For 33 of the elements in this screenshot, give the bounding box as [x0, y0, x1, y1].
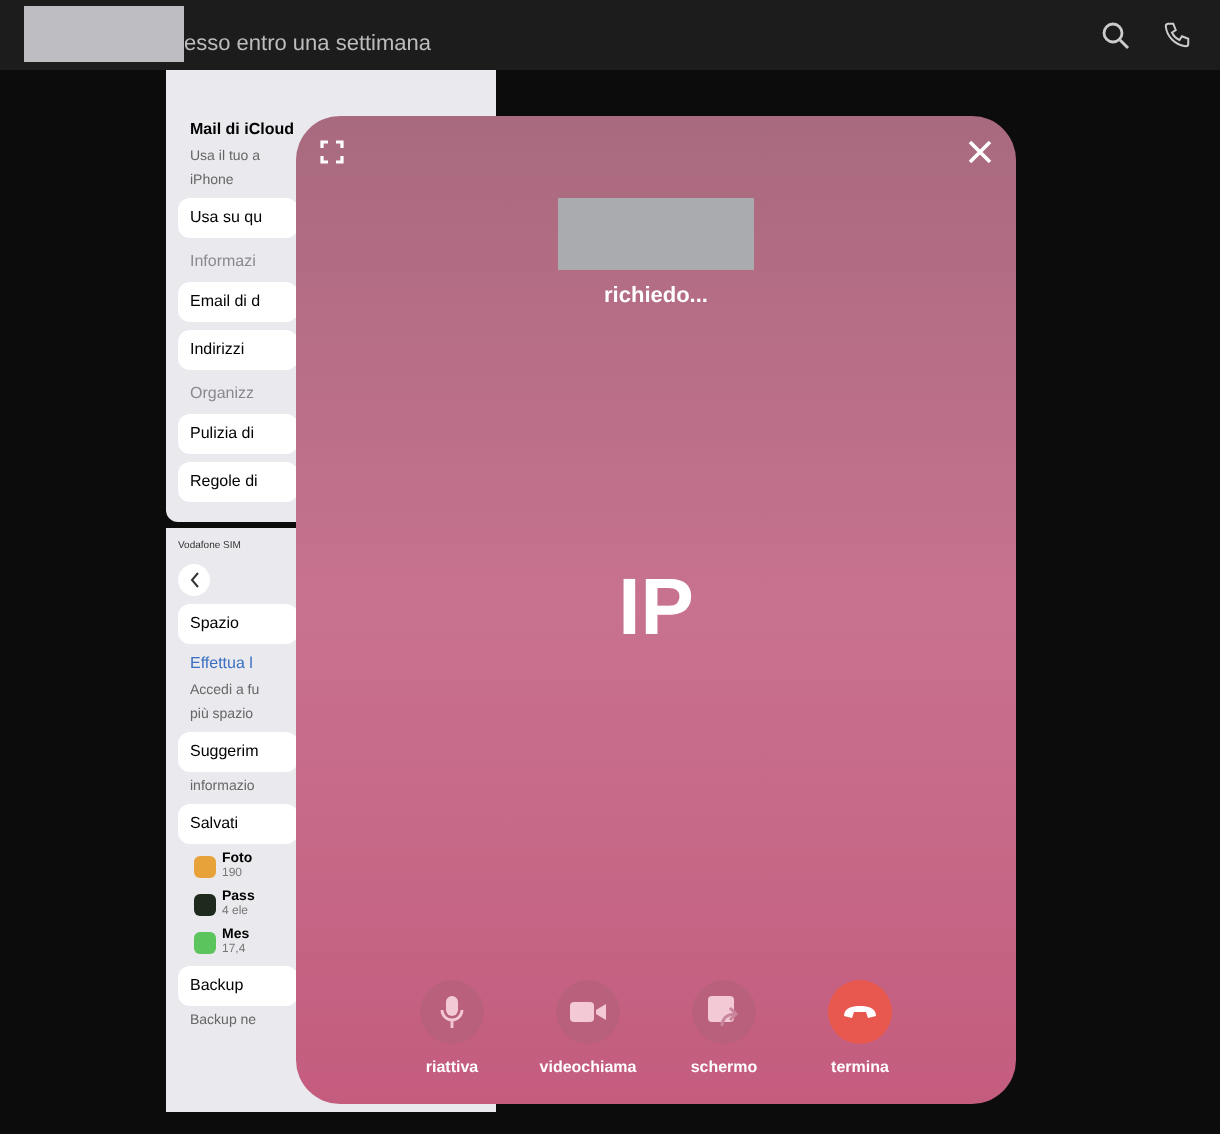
screenshot-row: Backup: [178, 965, 298, 1005]
video-camera-icon: [570, 1000, 606, 1024]
close-icon[interactable]: [968, 140, 992, 164]
screenshot-row: Regole di: [178, 462, 298, 502]
phone-icon[interactable]: [1162, 20, 1192, 50]
control-label: schermo: [690, 1056, 758, 1080]
call-control-button[interactable]: [692, 980, 756, 1044]
control-label: videochiama: [539, 1056, 637, 1080]
screen-share-icon: [708, 996, 740, 1028]
control-label: riattiva: [425, 1056, 479, 1080]
end-call-button[interactable]: [828, 980, 892, 1044]
chevron-icon: [189, 571, 199, 587]
contact-status: esso entro una settimana: [184, 30, 432, 61]
screenshot-section: Informazi: [190, 250, 256, 274]
call-control-button[interactable]: [556, 980, 620, 1044]
screenshot-row: Usa su qu: [178, 198, 298, 238]
search-icon[interactable]: [1102, 21, 1130, 49]
screenshot-row: Indirizzi: [178, 330, 298, 370]
screenshot-row: Salvati: [178, 803, 298, 843]
control-label: termina: [831, 1056, 889, 1080]
screenshot-row: Spazio: [178, 603, 298, 643]
screenshot-row: Email di d: [178, 282, 298, 322]
microphone-icon: [440, 996, 464, 1028]
caller-initials: IP: [618, 561, 694, 655]
screenshot-title: Mail di iCloud: [190, 118, 294, 142]
screenshot-section: Organizz: [190, 382, 255, 406]
screenshot-row: Suggerim: [178, 731, 298, 771]
call-status: richiedo...: [604, 282, 708, 312]
screenshot-row: Pulizia di: [178, 414, 298, 454]
screenshot-link: Effettua l: [190, 651, 253, 675]
hang-up-icon: [842, 1004, 878, 1020]
call-control-button[interactable]: [420, 980, 484, 1044]
fullscreen-icon[interactable]: [320, 140, 344, 164]
